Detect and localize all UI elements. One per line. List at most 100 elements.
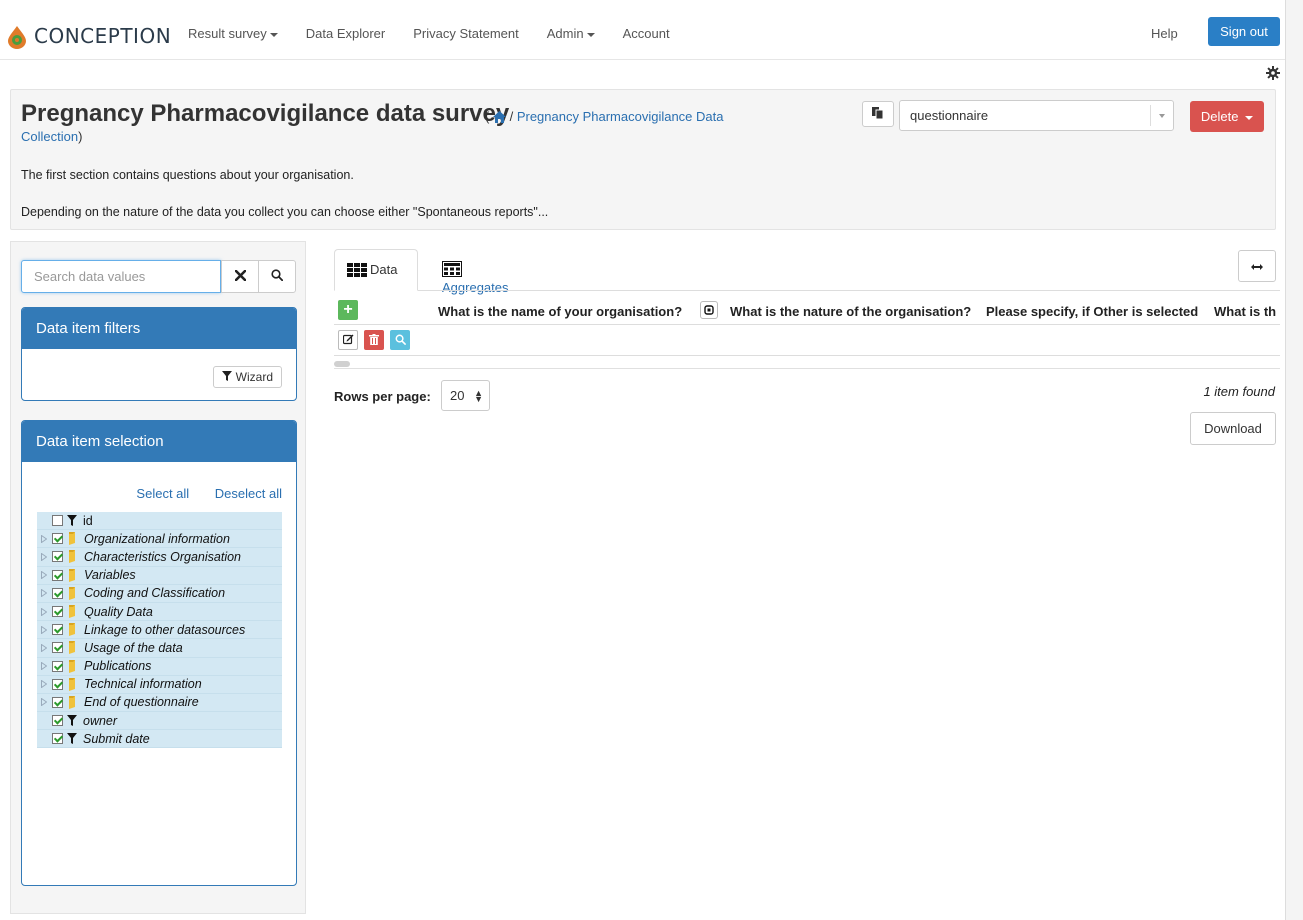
expand-triangle-icon[interactable]	[40, 571, 48, 580]
description-line-1: The first section contains questions abo…	[21, 168, 354, 182]
tree-item-checkbox[interactable]	[52, 606, 63, 618]
tree-item-checkbox[interactable]	[52, 678, 63, 690]
filter-icon	[222, 370, 233, 384]
tree-item[interactable]: End of questionnaire	[37, 693, 282, 713]
tree-item-checkbox[interactable]	[52, 660, 63, 672]
search-button[interactable]	[258, 260, 296, 293]
tree-item[interactable]: Variables	[37, 566, 282, 585]
breadcrumb-continued: Collection)	[21, 129, 82, 144]
column-header-specify-other[interactable]: Please specify, if Other is selected	[986, 304, 1198, 319]
tree-item-checkbox[interactable]	[52, 515, 63, 527]
delete-button-label: Delete	[1200, 109, 1239, 124]
tree-item-checkbox[interactable]	[52, 569, 63, 581]
tree-item[interactable]: Technical information	[37, 675, 282, 694]
tree-item[interactable]: Quality Data	[37, 602, 282, 622]
folder-icon	[67, 659, 77, 673]
scrollbar-track	[334, 368, 1280, 369]
horizontal-scrollbar-thumb[interactable]	[334, 361, 350, 367]
up-down-arrows-icon: ▲ ▼	[474, 388, 483, 404]
nav-admin[interactable]: Admin	[547, 26, 595, 41]
tree-item[interactable]: Publications	[37, 657, 282, 676]
delete-button[interactable]: Delete	[1190, 101, 1264, 132]
tree-item[interactable]: id	[37, 512, 282, 531]
rows-per-page-value: 20	[450, 388, 465, 403]
tree-item-label: Characteristics Organisation	[84, 549, 242, 564]
add-row-button[interactable]: +	[338, 300, 358, 320]
header-divider	[334, 324, 1280, 325]
delete-row-button[interactable]	[364, 330, 384, 350]
tree-item-checkbox[interactable]	[52, 733, 63, 745]
close-icon	[234, 269, 246, 284]
edit-icon	[342, 333, 354, 348]
gear-icon[interactable]	[1266, 66, 1280, 80]
calculator-icon	[442, 261, 462, 280]
tree-item-checkbox[interactable]	[52, 533, 63, 545]
copy-button[interactable]	[862, 101, 894, 127]
folder-icon	[67, 641, 77, 655]
tree-item-checkbox[interactable]	[52, 587, 63, 599]
folder-icon	[67, 568, 77, 582]
nav-data-explorer[interactable]: Data Explorer	[306, 26, 385, 41]
data-item-filters-panel: Data item filters Wizard	[21, 307, 297, 401]
column-header-truncated[interactable]: What is th	[1214, 304, 1276, 319]
folder-icon	[67, 677, 77, 691]
breadcrumb-link-continued[interactable]: Collection	[21, 129, 78, 144]
brand-name: CONCEPTION	[34, 24, 172, 48]
edit-row-button[interactable]	[338, 330, 358, 350]
wizard-button[interactable]: Wizard	[213, 366, 282, 388]
sign-out-button[interactable]: Sign out	[1208, 17, 1280, 46]
breadcrumb-link[interactable]: Pregnancy Pharmacovigilance Data	[517, 109, 724, 124]
expand-triangle-icon[interactable]	[40, 698, 48, 707]
expand-triangle-icon[interactable]	[40, 662, 48, 671]
questionnaire-select-value: questionnaire	[910, 108, 989, 123]
download-button[interactable]: Download	[1190, 412, 1276, 445]
expand-triangle-icon[interactable]	[40, 589, 48, 598]
rows-per-page-select[interactable]: 20 ▲ ▼	[441, 380, 490, 411]
select-all-link[interactable]: Select all	[136, 486, 189, 501]
tree-item[interactable]: Coding and Classification	[37, 584, 282, 603]
questionnaire-select[interactable]: questionnaire	[899, 100, 1174, 131]
tab-aggregates[interactable]: Aggregates	[430, 249, 521, 295]
tree-item-checkbox[interactable]	[52, 551, 63, 563]
tree-item-checkbox[interactable]	[52, 624, 63, 636]
deselect-all-link[interactable]: Deselect all	[215, 486, 282, 501]
brand-logo[interactable]: CONCEPTION	[6, 24, 172, 49]
tree-item-checkbox[interactable]	[52, 715, 63, 727]
expand-width-button[interactable]	[1238, 250, 1276, 282]
tree-item[interactable]: Linkage to other datasources	[37, 621, 282, 640]
expand-triangle-icon[interactable]	[40, 643, 48, 652]
expand-triangle-icon[interactable]	[40, 534, 48, 543]
tab-data[interactable]: Data	[334, 249, 418, 291]
tree-item-label: Usage of the data	[84, 640, 183, 655]
arrows-horizontal-icon	[1251, 259, 1263, 274]
home-icon[interactable]	[492, 111, 506, 126]
background-window-edge	[1285, 0, 1303, 920]
tree-item[interactable]: Organizational information	[37, 530, 282, 549]
nav-account[interactable]: Account	[623, 26, 670, 41]
tree-item[interactable]: Characteristics Organisation	[37, 548, 282, 567]
tree-item[interactable]: Usage of the data	[37, 639, 282, 658]
expand-triangle-icon[interactable]	[40, 552, 48, 561]
tree-item-checkbox[interactable]	[52, 696, 63, 708]
tab-divider	[418, 290, 1280, 291]
expand-triangle-icon[interactable]	[40, 625, 48, 634]
view-row-button[interactable]	[390, 330, 410, 350]
expand-triangle-icon[interactable]	[40, 607, 48, 616]
nav-privacy-statement[interactable]: Privacy Statement	[413, 26, 519, 41]
column-expand-button[interactable]	[700, 301, 718, 319]
data-item-tree: id Organizational information Characterist…	[37, 512, 282, 749]
tree-item-label: End of questionnaire	[84, 695, 199, 710]
column-header-organisation-nature[interactable]: What is the nature of the organisation?	[730, 304, 971, 319]
chevron-down-icon	[1159, 114, 1165, 118]
tree-item-checkbox[interactable]	[52, 642, 63, 654]
nav-result-survey[interactable]: Result survey	[188, 26, 278, 41]
search-input[interactable]: Search data values	[21, 260, 221, 293]
tree-item[interactable]: Submit date	[37, 730, 282, 749]
left-sidebar: Search data values Data item filters Wiz…	[10, 241, 306, 914]
clear-search-button[interactable]	[221, 260, 259, 293]
tree-item[interactable]: owner	[37, 712, 282, 731]
column-header-organisation-name[interactable]: What is the name of your organisation?	[438, 304, 682, 319]
expand-triangle-icon[interactable]	[40, 680, 48, 689]
nav-help[interactable]: Help	[1151, 26, 1178, 41]
select-divider	[1150, 105, 1151, 126]
